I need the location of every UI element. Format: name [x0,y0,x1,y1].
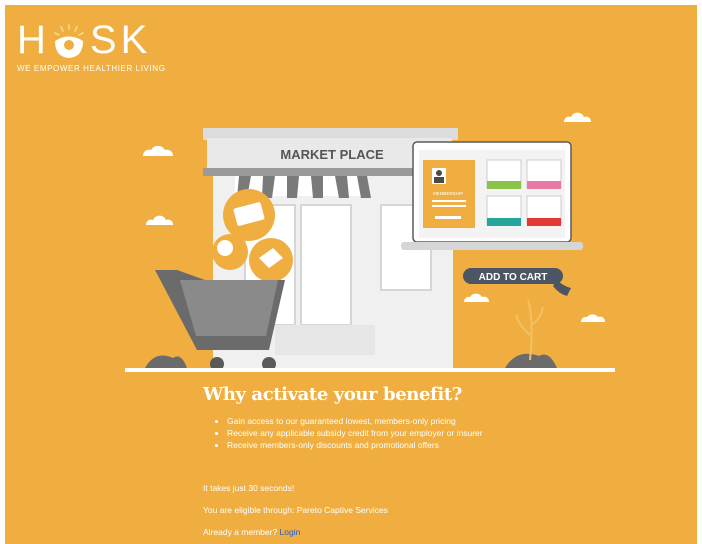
landing-panel: H SK WE EMPOWER HEALTHIER LIVING MARKET … [5,5,697,544]
store-sign: MARKET PLACE [280,147,384,162]
eligibility-prefix: You are eligible through: [203,505,295,515]
list-item: Receive any applicable subsidy credit fr… [227,427,517,439]
eligibility-provider: Pareto Captive Services [296,505,388,515]
plant-icon [515,299,544,361]
page-heading: Why activate your benefit? [203,384,462,405]
page: H SK WE EMPOWER HEALTHIER LIVING MARKET … [0,0,702,544]
login-link[interactable]: Login [280,527,301,537]
member-login-line: Already a member? Login [203,527,300,537]
logo-letter-h: H [17,18,50,62]
list-item: Receive members-only discounts and promo… [227,439,517,451]
list-item: Gain access to our guaranteed lowest, me… [227,415,517,427]
brand-tagline: WE EMPOWER HEALTHIER LIVING [17,64,166,73]
member-prompt: Already a member? [203,527,278,537]
pointer-hand-icon [553,280,571,296]
time-note: It takes just 30 seconds! [203,483,295,493]
laptop: MEMBERSHIP [401,141,583,250]
eligibility-text: You are eligible through: Pareto Captive… [203,505,388,515]
add-to-cart-badge: ADD TO CART [463,268,571,296]
benefits-list: Gain access to our guaranteed lowest, me… [215,415,517,451]
logo-letters-sk: SK [89,18,152,62]
eye-sun-icon [54,24,84,58]
marketplace-illustration: MARKET PLACE MEMBERSHIP ADD TO CART [125,112,615,372]
membership-card-label: MEMBERSHIP [433,191,463,196]
add-to-cart-label: ADD TO CART [479,272,548,283]
